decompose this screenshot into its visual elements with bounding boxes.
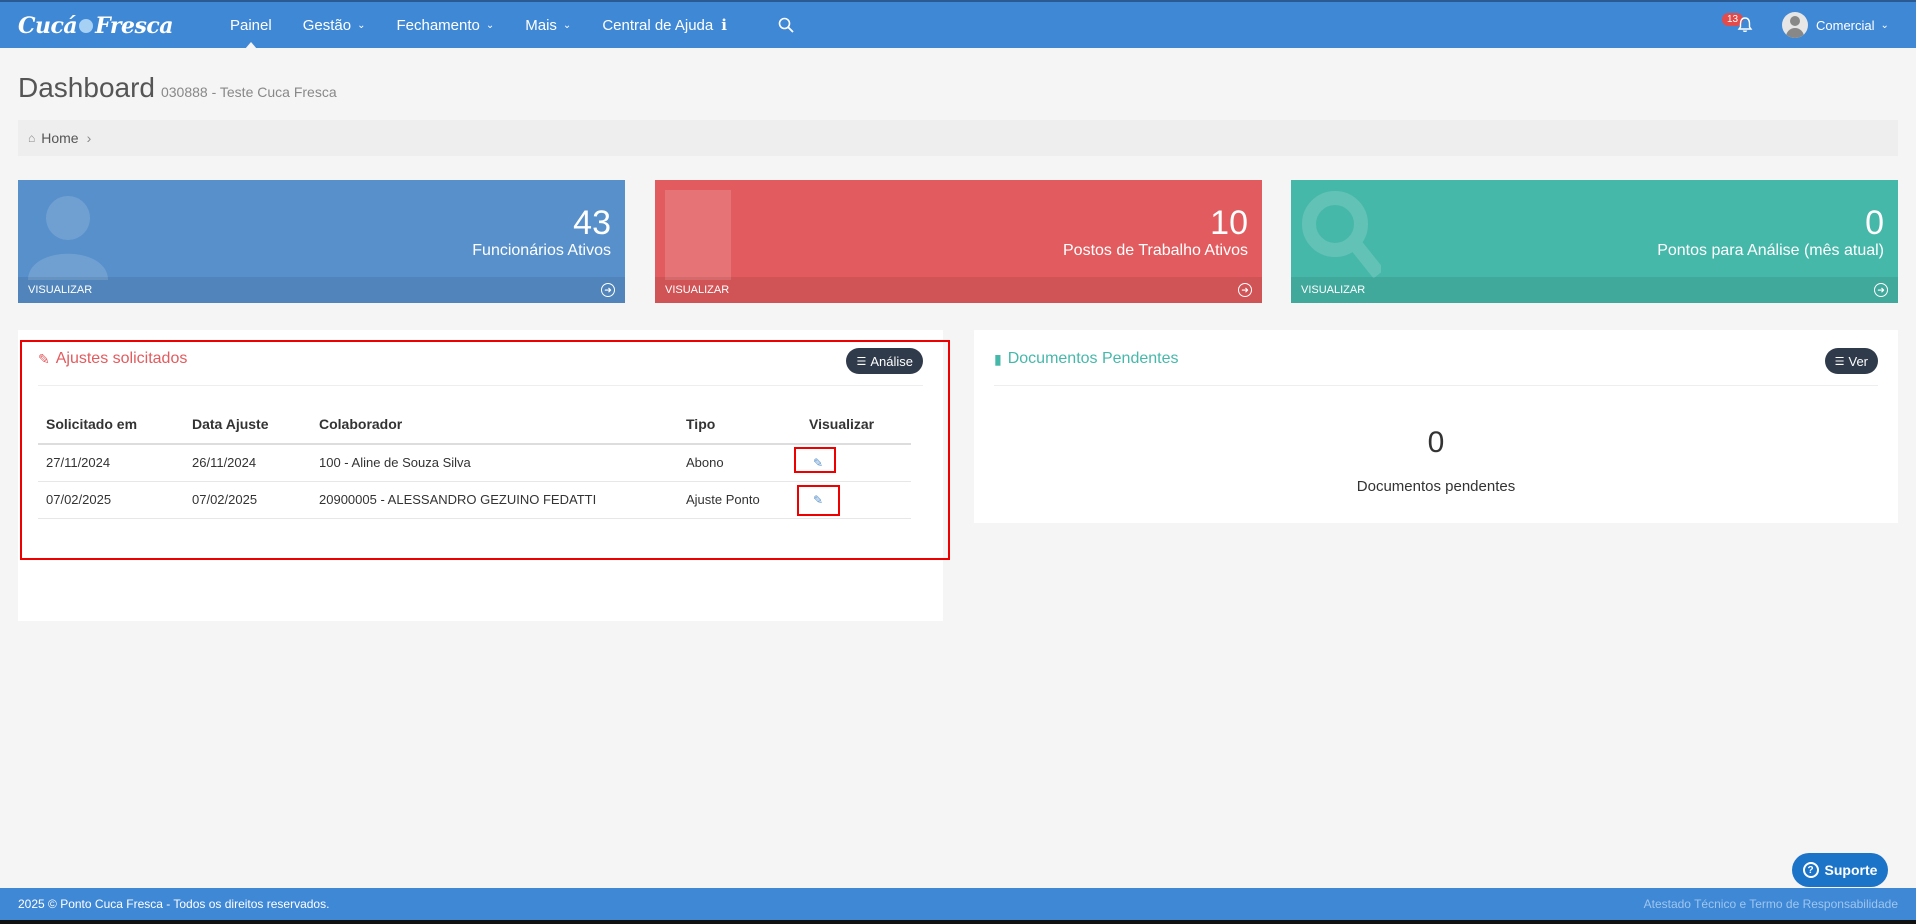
question-icon: ? (1802, 862, 1819, 878)
panel-title: ✎ Ajustes solicitados (38, 350, 187, 368)
bell-icon[interactable] (1736, 16, 1754, 34)
footer-copyright: 2025 © Ponto Cuca Fresca - Todos os dire… (18, 897, 330, 911)
logo-mark-icon (79, 19, 94, 33)
cell-solicitado: 07/02/2025 (38, 481, 184, 519)
cell-data-ajuste: 07/02/2025 (184, 481, 311, 519)
stat-value: 10 (1210, 204, 1248, 242)
documentos-label: Documentos pendentes (1356, 478, 1516, 495)
panel-title: ▮ Documentos Pendentes (994, 350, 1179, 368)
analise-button[interactable]: ☰ Análise (846, 348, 923, 374)
stat-card-pontos: 0 Pontos para Análise (mês atual) VISUAL… (1291, 180, 1898, 303)
panel-title-text: Documentos Pendentes (1007, 350, 1179, 367)
nav-gestao-label: Gestão (302, 16, 352, 34)
page-footer: 2025 © Ponto Cuca Fresca - Todos os dire… (0, 888, 1916, 920)
stat-value: 43 (573, 204, 611, 242)
table-row: 07/02/2025 07/02/2025 20900005 - ALESSAN… (38, 481, 911, 519)
nav-mais-label: Mais (525, 16, 557, 34)
cell-visualizar: ✎ (801, 444, 911, 482)
info-icon: i (721, 16, 727, 34)
chevron-down-icon: ⌄ (485, 19, 495, 31)
stat-value: 0 (1865, 204, 1884, 242)
breadcrumb-home[interactable]: Home (41, 130, 78, 146)
breadcrumb: ⌂ Home › (18, 120, 1898, 156)
arrow-circle-right-icon: ➜ (1238, 283, 1252, 297)
cell-tipo: Ajuste Ponto (678, 481, 801, 519)
app-logo[interactable]: Cucá Fresca (18, 8, 174, 44)
nav-fechamento-label: Fechamento (396, 16, 480, 34)
documentos-panel: ▮ Documentos Pendentes ☰ Ver 0 Documentos … (974, 330, 1898, 523)
documentos-count: 0 (1427, 426, 1445, 459)
stat-footer-label: VISUALIZAR (1301, 284, 1366, 296)
nav-mais[interactable]: Mais ⌄ (525, 2, 571, 48)
nav-central-ajuda-label: Central de Ajuda (602, 16, 714, 34)
stat-visualizar-link[interactable]: VISUALIZAR ➜ (18, 277, 625, 303)
panel-header: ▮ Documentos Pendentes ☰ Ver (994, 348, 1878, 386)
support-label: Suporte (1824, 862, 1878, 878)
search-icon[interactable] (778, 17, 794, 33)
table-row: 27/11/2024 26/11/2024 100 - Aline de Sou… (38, 444, 911, 482)
chevron-down-icon: ⌄ (357, 19, 366, 31)
home-icon: ⌂ (28, 131, 36, 145)
chevron-right-icon: › (86, 130, 92, 146)
nav-gestao[interactable]: Gestão ⌄ (303, 2, 366, 48)
col-solicitado: Solicitado em (38, 412, 184, 445)
list-icon: ☰ (856, 355, 867, 368)
chevron-down-icon: ⌄ (562, 19, 572, 31)
list-icon: ☰ (1834, 355, 1845, 368)
stat-label: Postos de Trabalho Ativos (1063, 242, 1248, 259)
edit-icon[interactable]: ✎ (813, 456, 827, 470)
ver-button[interactable]: ☰ Ver (1824, 348, 1878, 374)
page-title: Dashboard 030888 - Teste Cuca Fresca (18, 72, 337, 104)
ajustes-panel: ✎ Ajustes solicitados ☰ Análise Solicitado… (18, 330, 943, 621)
nav-central-ajuda[interactable]: Central de Ajuda i (602, 2, 727, 48)
user-icon (28, 196, 108, 280)
avatar (1782, 12, 1808, 38)
table-header-row: Solicitado em Data Ajuste Colaborador Ti… (38, 412, 911, 445)
page-subtitle: 030888 - Teste Cuca Fresca (160, 84, 337, 100)
cell-colaborador: 100 - Aline de Souza Silva (311, 444, 678, 482)
stat-footer-label: VISUALIZAR (28, 284, 93, 296)
page-title-text: Dashboard (18, 72, 155, 103)
nav-painel-label: Painel (230, 16, 272, 34)
ver-button-label: Ver (1848, 353, 1868, 369)
stat-card-postos: 10 Postos de Trabalho Ativos VISUALIZAR ➜ (655, 180, 1262, 303)
support-button[interactable]: ? Suporte (1792, 853, 1888, 887)
stat-label: Pontos para Análise (mês atual) (1657, 242, 1884, 259)
footer-link[interactable]: Atestado Técnico e Termo de Responsabili… (1644, 897, 1898, 911)
cell-colaborador: 20900005 - ALESSANDRO GEZUINO FEDATTI (311, 481, 678, 519)
file-icon: ▮ (994, 350, 1002, 367)
cell-solicitado: 27/11/2024 (38, 444, 184, 482)
panel-title-text: Ajustes solicitados (55, 350, 188, 367)
user-menu[interactable]: Comercial ⌄ (1782, 12, 1889, 38)
nav-painel[interactable]: Painel (230, 2, 272, 49)
chevron-down-icon: ⌄ (1880, 19, 1889, 31)
top-navbar: Cucá Fresca Painel Gestão ⌄ Fechamento ⌄ Ma… (0, 0, 1916, 49)
building-icon (665, 190, 731, 280)
cell-visualizar: ✎ (801, 481, 911, 519)
cell-tipo: Abono (678, 444, 801, 482)
bottom-edge (0, 920, 1916, 924)
stat-card-funcionarios: 43 Funcionários Ativos VISUALIZAR ➜ (18, 180, 625, 303)
arrow-circle-right-icon: ➜ (1874, 283, 1888, 297)
arrow-circle-right-icon: ➜ (601, 283, 615, 297)
nav-fechamento[interactable]: Fechamento ⌄ (396, 2, 494, 48)
search-icon (1302, 191, 1381, 279)
col-tipo: Tipo (678, 412, 801, 445)
stat-visualizar-link[interactable]: VISUALIZAR ➜ (1291, 277, 1898, 303)
stat-visualizar-link[interactable]: VISUALIZAR ➜ (655, 277, 1262, 303)
stat-label: Funcionários Ativos (472, 242, 611, 259)
col-visualizar: Visualizar (801, 412, 911, 445)
main-nav: Painel Gestão ⌄ Fechamento ⌄ Mais ⌄ Central… (230, 2, 758, 49)
edit-icon[interactable]: ✎ (813, 493, 827, 507)
panel-header: ✎ Ajustes solicitados ☰ Análise (38, 348, 923, 386)
user-name: Comercial (1816, 17, 1875, 33)
ajustes-table: Solicitado em Data Ajuste Colaborador Ti… (38, 412, 911, 519)
cell-data-ajuste: 26/11/2024 (184, 444, 311, 482)
edit-icon: ✎ (38, 350, 50, 367)
stat-footer-label: VISUALIZAR (665, 284, 730, 296)
col-data-ajuste: Data Ajuste (184, 412, 311, 445)
analise-button-label: Análise (870, 353, 913, 369)
col-colaborador: Colaborador (311, 412, 678, 445)
